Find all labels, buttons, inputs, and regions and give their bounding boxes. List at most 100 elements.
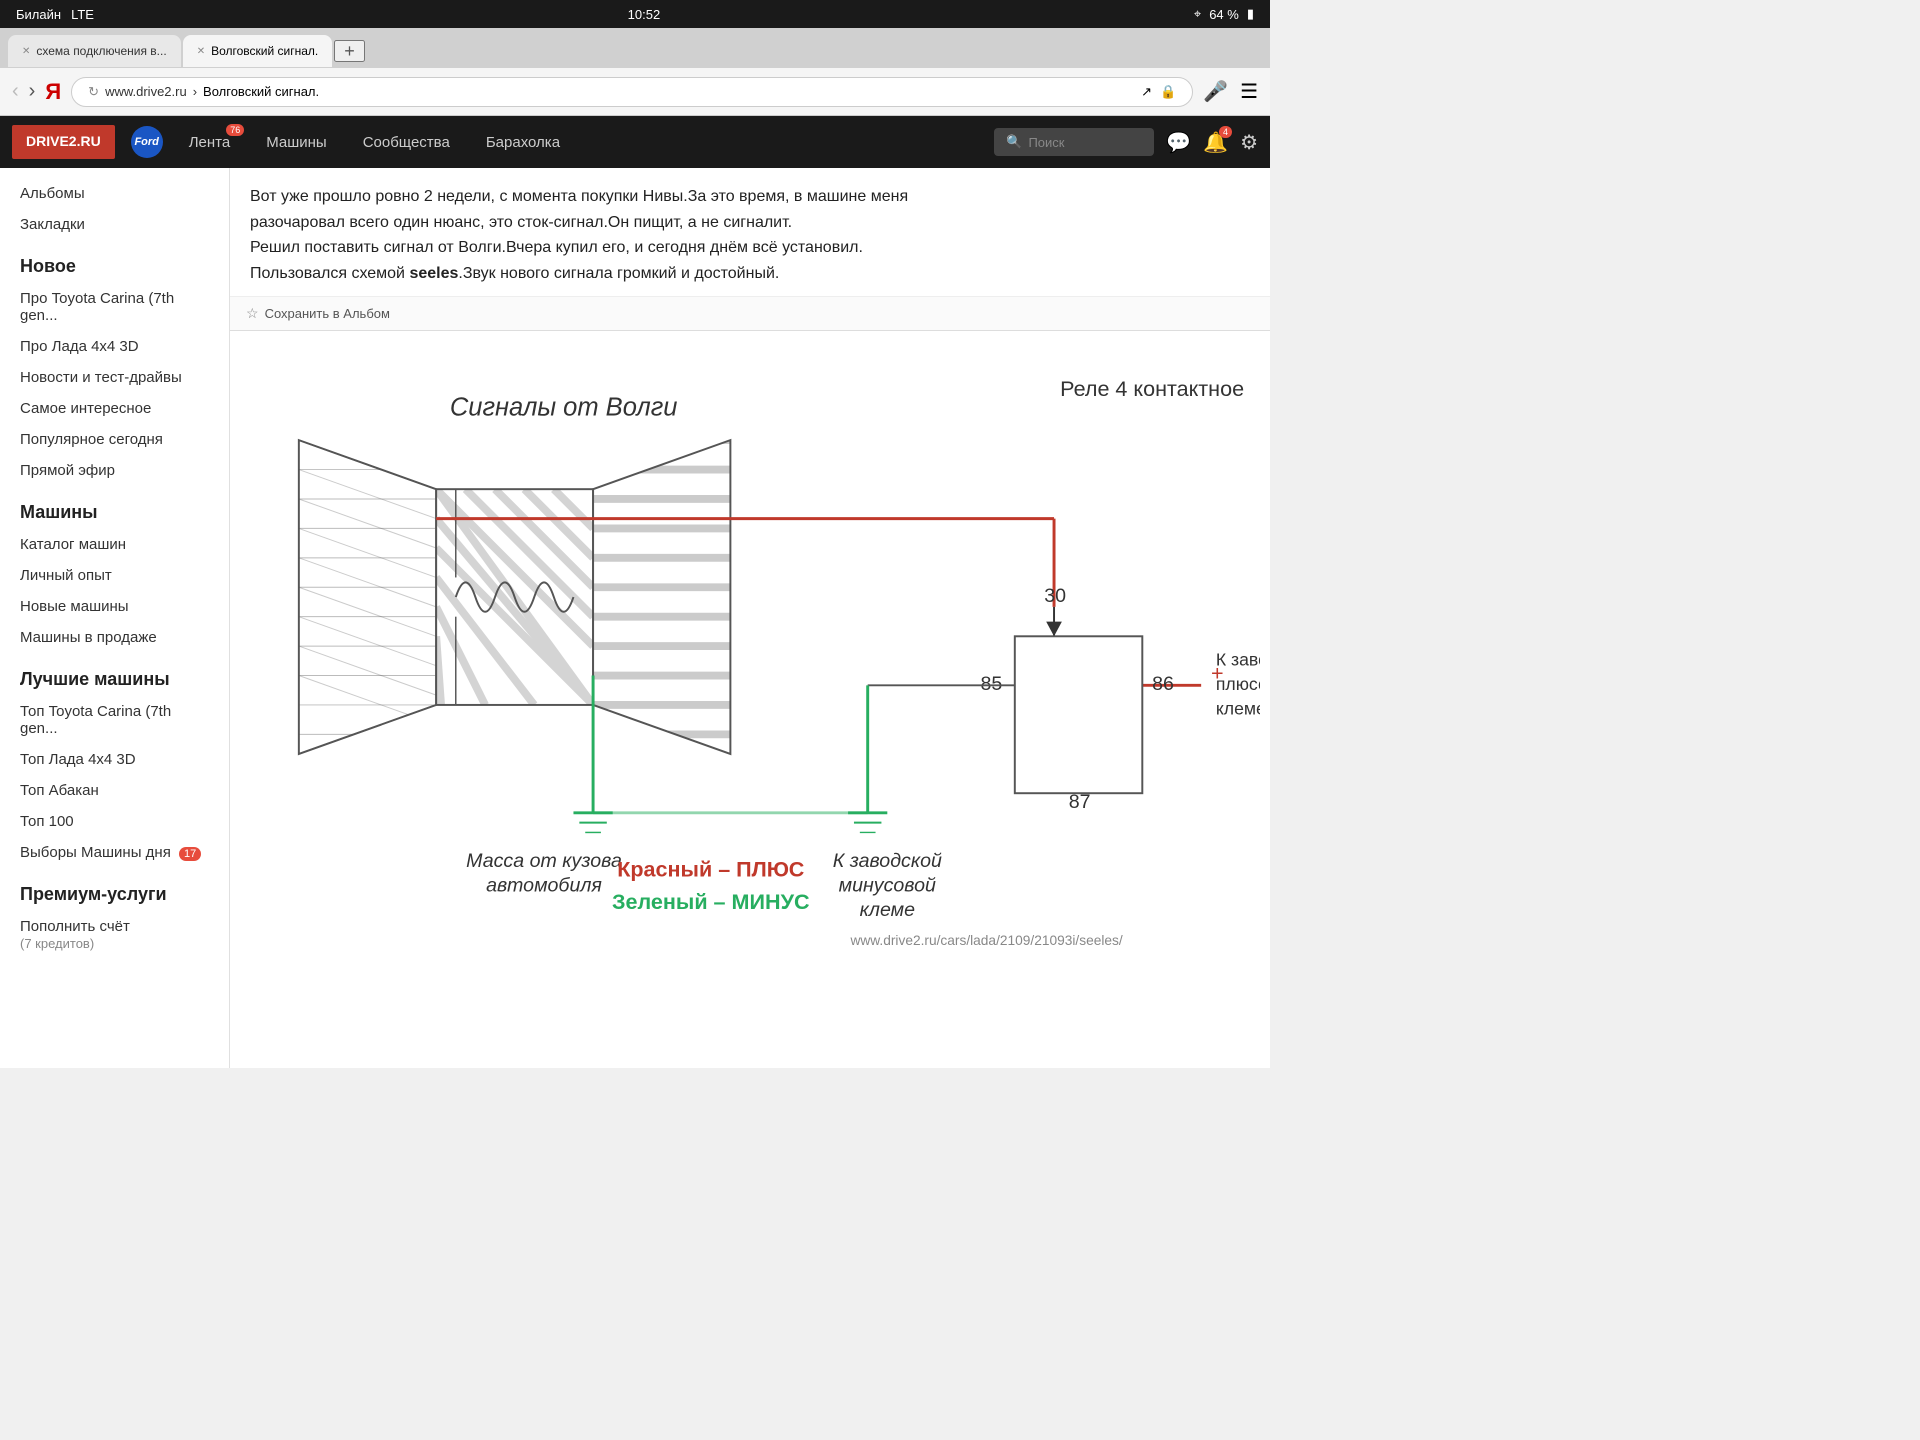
- sidebar-item-label: Топ 100: [20, 813, 74, 830]
- sidebar-item-news[interactable]: Новости и тест-драйвы: [0, 362, 229, 393]
- reload-icon[interactable]: ↻: [88, 84, 99, 100]
- sidebar-item-label: Пополнить счёт(7 кредитов): [20, 918, 130, 952]
- sidebar-item-top-100[interactable]: Топ 100: [0, 806, 229, 837]
- url-domain: www.drive2.ru: [105, 84, 187, 99]
- tab-0[interactable]: ✕ схема подключения в...: [8, 35, 181, 67]
- search-bar[interactable]: 🔍 Поиск: [994, 128, 1154, 156]
- sidebar-item-for-sale[interactable]: Машины в продаже: [0, 622, 229, 653]
- url-separator: ›: [193, 84, 197, 99]
- nav-item-soobschestva[interactable]: Сообщества: [345, 116, 468, 168]
- nav-item-barakholka[interactable]: Барахолка: [468, 116, 578, 168]
- sidebar-item-vybory[interactable]: Выборы Машины дня 17: [0, 837, 229, 868]
- lock-icon: 🔒: [1160, 84, 1176, 100]
- url-right-icons: ↗ 🔒: [1141, 84, 1176, 100]
- settings-icon[interactable]: ⚙: [1240, 130, 1258, 155]
- url-path: Волговский сигнал.: [203, 84, 319, 99]
- vybory-badge: 17: [179, 847, 201, 861]
- close-icon[interactable]: ✕: [197, 46, 205, 57]
- sidebar-item-label: Самое интересное: [20, 400, 151, 417]
- notifications-icon[interactable]: 🔔 4: [1203, 130, 1228, 155]
- back-button[interactable]: ‹: [12, 80, 19, 103]
- main-nav: DRIVE2.RU Ford Лента 76 Машины Сообществ…: [0, 116, 1270, 168]
- content-area: Вот уже прошло ровно 2 недели, с момента…: [230, 168, 1270, 1068]
- sidebar-item-interesting[interactable]: Самое интересное: [0, 393, 229, 424]
- sidebar-item-label: Про Лада 4x4 3D: [20, 338, 139, 355]
- sidebar-section-best: Лучшие машины: [0, 653, 229, 696]
- sidebar-item-top-abakan[interactable]: Топ Абакан: [0, 775, 229, 806]
- close-icon[interactable]: ✕: [22, 46, 30, 57]
- sidebar-item-personal[interactable]: Личный опыт: [0, 560, 229, 591]
- watermark: www.drive2.ru/cars/lada/2109/21093i/seel…: [849, 934, 1122, 949]
- sidebar-item-live[interactable]: Прямой эфир: [0, 455, 229, 486]
- sidebar-section-premium: Премиум-услуги: [0, 868, 229, 911]
- ford-icon[interactable]: Ford: [131, 126, 163, 158]
- article-text: Вот уже прошло ровно 2 недели, с момента…: [230, 168, 1270, 297]
- label-30: 30: [1044, 585, 1066, 607]
- author-name: seeles: [409, 265, 458, 282]
- sidebar-item-label: Выборы Машины дня: [20, 844, 171, 861]
- search-icon: 🔍: [1006, 134, 1022, 150]
- sidebar-item-label: Популярное сегодня: [20, 431, 163, 448]
- svg-text:клеме: клеме: [1216, 699, 1260, 719]
- sidebar-item-label: Закладки: [20, 216, 85, 233]
- battery-label: 64 %: [1209, 7, 1239, 22]
- nav-item-label: Лента: [189, 134, 231, 151]
- sidebar-item-popular[interactable]: Популярное сегодня: [0, 424, 229, 455]
- new-tab-button[interactable]: +: [334, 40, 365, 62]
- logo-box[interactable]: DRIVE2.RU: [12, 125, 115, 159]
- nav-item-label: Барахолка: [486, 134, 560, 151]
- status-left: Билайн LTE: [16, 7, 94, 22]
- battery-icon: ▮: [1247, 6, 1254, 22]
- sidebar-item-new-cars[interactable]: Новые машины: [0, 591, 229, 622]
- sidebar-item-label: Новости и тест-драйвы: [20, 369, 182, 386]
- label-85: 85: [980, 674, 1002, 696]
- ground-label: Масса от кузова: [466, 850, 622, 872]
- tab-label: Волговский сигнал.: [211, 44, 318, 58]
- address-bar: ‹ › Я ↻ www.drive2.ru › Волговский сигна…: [0, 68, 1270, 116]
- microphone-icon[interactable]: 🎤: [1203, 79, 1228, 104]
- sidebar-item-top-lada[interactable]: Топ Лада 4x4 3D: [0, 744, 229, 775]
- sidebar-item-label: Новые машины: [20, 598, 129, 615]
- diagram-container: Сигналы от Волги Реле 4 контактное: [230, 331, 1270, 976]
- main-layout: Альбомы Закладки Новое Про Toyota Carina…: [0, 168, 1270, 1068]
- yandex-logo[interactable]: Я: [45, 79, 61, 105]
- nav-item-label: Машины: [266, 134, 326, 151]
- sidebar-item-label: Альбомы: [20, 185, 85, 202]
- sidebar-item-lada4x4[interactable]: Про Лада 4x4 3D: [0, 331, 229, 362]
- sidebar-item-bookmarks[interactable]: Закладки: [0, 209, 229, 240]
- sidebar-section-novoe: Новое: [0, 240, 229, 283]
- share-icon[interactable]: ↗: [1141, 84, 1152, 100]
- ford-label: Ford: [134, 136, 158, 148]
- sidebar-item-label: Топ Toyota Carina (7th gen...: [20, 703, 171, 737]
- logo-text: DRIVE2.RU: [26, 133, 101, 149]
- nav-item-mashiny[interactable]: Машины: [248, 116, 344, 168]
- sidebar-item-credit[interactable]: Пополнить счёт(7 кредитов): [0, 911, 229, 959]
- label-87: 87: [1069, 791, 1091, 813]
- address-right-icons: 🎤 ☰: [1203, 79, 1258, 104]
- green-label: Зеленый – МИНУС: [612, 889, 810, 914]
- lenta-badge: 76: [226, 124, 244, 136]
- sidebar-item-label: Про Toyota Carina (7th gen...: [20, 290, 174, 324]
- forward-button[interactable]: ›: [29, 80, 36, 103]
- svg-text:минусовой: минусовой: [839, 875, 936, 897]
- sidebar-item-top-toyota[interactable]: Топ Toyota Carina (7th gen...: [0, 696, 229, 744]
- sidebar-item-label: Машины в продаже: [20, 629, 157, 646]
- url-bar[interactable]: ↻ www.drive2.ru › Волговский сигнал. ↗ 🔒: [71, 77, 1193, 107]
- sidebar-item-label: Топ Лада 4x4 3D: [20, 751, 136, 768]
- notifications-badge: 4: [1219, 126, 1232, 138]
- nav-item-lenta[interactable]: Лента 76: [171, 116, 249, 168]
- menu-icon[interactable]: ☰: [1240, 79, 1258, 104]
- time-label: 10:52: [628, 7, 661, 22]
- sidebar-item-label: Топ Абакан: [20, 782, 99, 799]
- sidebar-item-albums[interactable]: Альбомы: [0, 178, 229, 209]
- sidebar-item-catalog[interactable]: Каталог машин: [0, 529, 229, 560]
- red-label: Красный – ПЛЮС: [617, 857, 804, 882]
- svg-text:клеме: клеме: [860, 899, 915, 921]
- article-paragraph: Вот уже прошло ровно 2 недели, с момента…: [250, 184, 1250, 286]
- messages-icon[interactable]: 💬: [1166, 130, 1191, 155]
- tab-label: схема подключения в...: [36, 44, 166, 58]
- sidebar-item-toyota[interactable]: Про Toyota Carina (7th gen...: [0, 283, 229, 331]
- tab-1[interactable]: ✕ Волговский сигнал.: [183, 35, 333, 67]
- save-album-label: Сохранить в Альбом: [265, 306, 390, 321]
- save-album-bar[interactable]: ☆ Сохранить в Альбом: [230, 297, 1270, 331]
